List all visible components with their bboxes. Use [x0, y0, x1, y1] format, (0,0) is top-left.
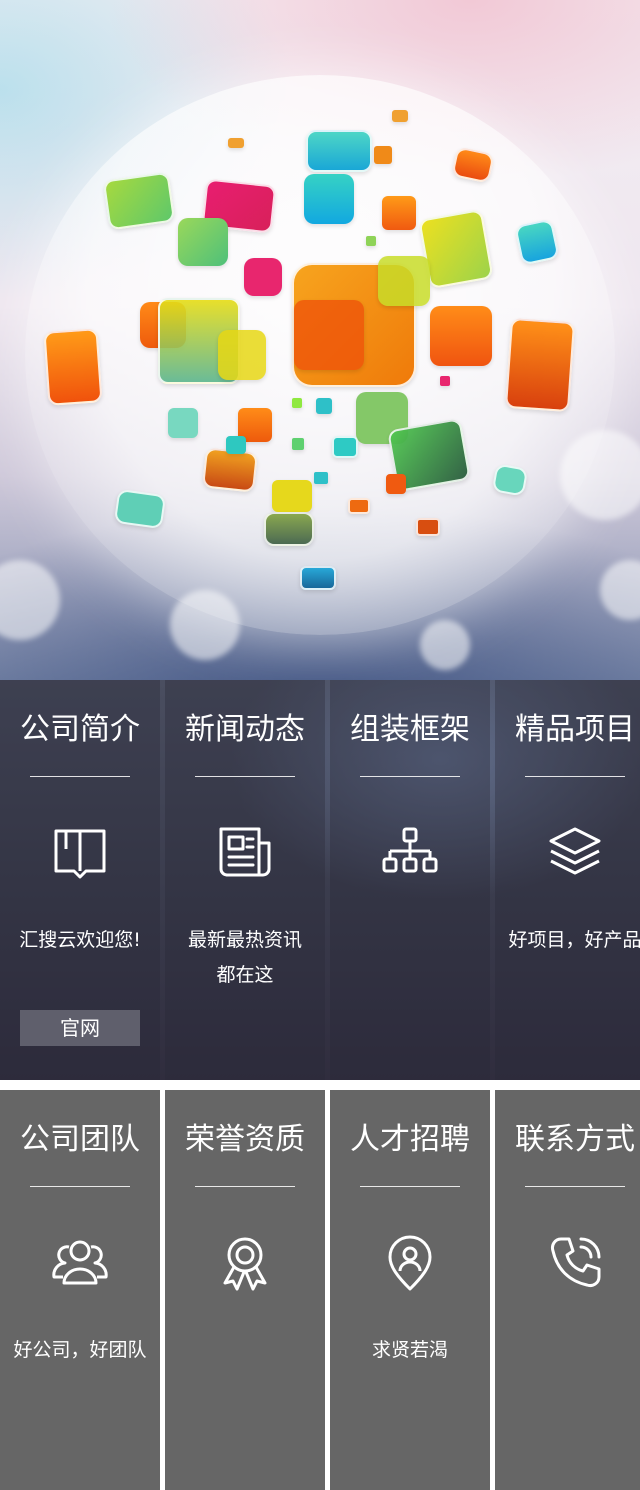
sitemap-icon: [382, 825, 438, 881]
tile: [416, 518, 440, 536]
tile: [113, 488, 167, 530]
tile: [244, 258, 282, 296]
tile: [43, 328, 103, 406]
tile: [316, 398, 332, 414]
tile: [366, 236, 376, 246]
tile: [292, 398, 302, 408]
location-person-icon: [382, 1235, 438, 1291]
card-title: 公司简介: [20, 712, 140, 747]
tile: [374, 146, 392, 164]
card-title: 组装框架: [350, 712, 470, 747]
divider: [195, 1186, 295, 1187]
bokeh-light: [420, 620, 470, 670]
layers-icon: [547, 825, 603, 881]
tile: [178, 218, 228, 266]
tile: [168, 408, 198, 438]
divider: [360, 776, 460, 777]
tile: [218, 330, 266, 380]
tile: [504, 317, 576, 413]
tile: [292, 438, 304, 450]
card-description: 好公司，好团队: [13, 1339, 147, 1361]
card-title: 新闻动态: [185, 712, 305, 747]
card-title: 公司团队: [20, 1122, 140, 1157]
feature-row-1: 公司简介 汇搜云欢迎您! 官网 新闻动态 最新最热资讯 都在这 组装框架 精品项…: [0, 680, 640, 1080]
feature-row-2: 公司团队 好公司，好团队 荣誉资质 人才招聘 求贤若渴 联系方式: [0, 1090, 640, 1490]
tile: [514, 218, 560, 266]
divider: [525, 1186, 625, 1187]
card-description: 求贤若渴: [371, 1339, 448, 1361]
tile: [332, 436, 358, 458]
card-title: 联系方式: [515, 1122, 635, 1157]
book-icon: [52, 825, 108, 881]
card-description: 最新最热资讯: [187, 929, 302, 951]
card-description: 汇搜云欢迎您!: [19, 929, 141, 951]
tile: [382, 196, 416, 230]
divider: [30, 1186, 130, 1187]
card-title: 人才招聘: [350, 1122, 470, 1157]
official-site-button[interactable]: 官网: [20, 1010, 140, 1046]
tile: [386, 474, 406, 494]
tile: [392, 110, 408, 122]
tile: [314, 472, 328, 484]
newspaper-icon: [217, 825, 273, 881]
tile: [440, 376, 450, 386]
tile: [294, 300, 364, 370]
tile: [102, 171, 176, 231]
hero-banner: [0, 0, 640, 680]
card-honors[interactable]: 荣誉资质: [165, 1090, 325, 1490]
tile: [264, 512, 314, 546]
card-description-line-2: 都在这: [216, 964, 274, 986]
card-description: 好项目，好产品: [508, 929, 640, 951]
tile: [378, 256, 430, 306]
bokeh-light: [600, 560, 640, 620]
divider: [360, 1186, 460, 1187]
card-contact[interactable]: 联系方式: [495, 1090, 640, 1490]
tile: [272, 480, 312, 512]
divider: [30, 776, 130, 777]
tile: [228, 138, 244, 148]
divider: [195, 776, 295, 777]
card-news[interactable]: 新闻动态 最新最热资讯 都在这: [165, 680, 325, 1080]
card-projects[interactable]: 精品项目 好项目，好产品: [495, 680, 640, 1080]
tile: [348, 498, 370, 514]
card-title: 荣誉资质: [185, 1122, 305, 1157]
tile: [300, 566, 336, 590]
tile: [304, 174, 354, 224]
card-title: 精品项目: [515, 712, 635, 747]
card-recruitment[interactable]: 人才招聘 求贤若渴: [330, 1090, 490, 1490]
card-framework[interactable]: 组装框架: [330, 680, 490, 1080]
tile: [202, 447, 258, 493]
tile: [226, 436, 246, 454]
team-icon: [52, 1235, 108, 1291]
tile: [306, 130, 372, 172]
bokeh-light: [0, 560, 60, 640]
tile: [430, 306, 492, 366]
divider: [525, 776, 625, 777]
card-team[interactable]: 公司团队 好公司，好团队: [0, 1090, 160, 1490]
phone-icon: [547, 1235, 603, 1291]
card-company-intro[interactable]: 公司简介 汇搜云欢迎您! 官网: [0, 680, 160, 1080]
award-icon: [217, 1235, 273, 1291]
